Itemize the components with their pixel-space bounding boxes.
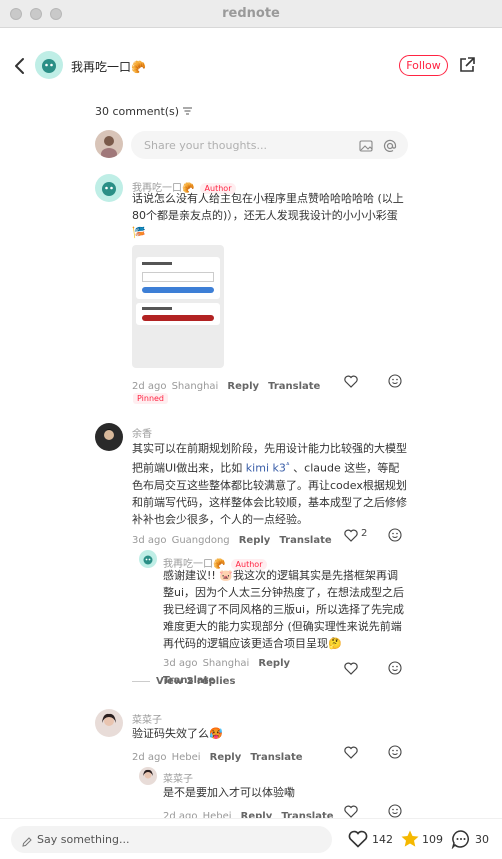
comment-meta: 2d ago Shanghai Reply Translate (132, 374, 320, 393)
back-icon[interactable] (10, 56, 30, 76)
reply-time: 3d ago (163, 658, 198, 669)
comment-text: 验证码失效了么🥵 (132, 727, 223, 740)
comment-time: 2d ago (132, 381, 167, 392)
comment-avatar[interactable] (95, 709, 123, 737)
comment-author[interactable]: 余香 (132, 425, 152, 440)
like-icon[interactable] (344, 660, 358, 679)
pinned-badge: Pinned (133, 393, 169, 404)
reply-button[interactable]: Reply (258, 658, 290, 669)
comment-text: 话说怎么没有人给主包在小程序里点赞哈哈哈哈哈 (以上80个都是亲友点的)），还无… (132, 192, 404, 239)
mention-icon[interactable] (383, 138, 397, 157)
comment-meta: 2d ago Hebei Reply Translate (132, 745, 303, 764)
emoji-reaction-icon[interactable] (388, 373, 402, 392)
divider (132, 681, 150, 682)
comment-bubble-icon[interactable] (451, 829, 471, 853)
image-line (142, 307, 172, 310)
reply-avatar[interactable] (139, 767, 157, 785)
reply-text: 是不是要加入才可以体验嘞 (163, 786, 295, 799)
comment-time: 3d ago (132, 535, 167, 546)
say-something-placeholder: Say something... (37, 833, 130, 846)
comment-time: 2d ago (132, 752, 167, 763)
favorite-count: 109 (422, 833, 443, 846)
author-name[interactable]: 我再吃一口🥐 (71, 58, 146, 75)
kimi-link[interactable]: kimi k3 (246, 462, 286, 475)
emoji-reaction-icon[interactable] (388, 744, 402, 763)
translate-button[interactable]: Translate (279, 535, 331, 546)
window-titlebar: rednote (0, 0, 502, 28)
reply-text: 感谢建议!! 🐷我这次的逻辑其实是先搭框架再调整ui，因为个人太三分钟热度了，在… (163, 569, 405, 650)
window-title: rednote (222, 6, 280, 21)
favorite-star-icon[interactable] (400, 829, 420, 853)
reply-button[interactable]: Reply (239, 535, 271, 546)
like-count: 2 (361, 528, 368, 539)
image-card (136, 303, 220, 325)
sort-icon[interactable] (182, 105, 192, 118)
comment-composer[interactable]: Share your thoughts... (131, 131, 408, 159)
follow-button[interactable]: Follow (399, 55, 448, 76)
reply-button[interactable]: Reply (227, 381, 259, 392)
share-icon[interactable] (458, 56, 476, 74)
comment-image[interactable] (132, 245, 224, 368)
comment-location: Shanghai (171, 381, 219, 392)
reply-location: Shanghai (202, 658, 250, 669)
like-count: 142 (372, 833, 393, 846)
comment-location: Guangdong (171, 535, 230, 546)
bottom-bar: Say something... 142 109 30 (0, 818, 502, 859)
pencil-icon (21, 833, 33, 852)
comment-author[interactable]: 菜菜子 (132, 711, 162, 726)
view-replies-button[interactable]: View 2 replies (156, 676, 235, 687)
comment-text: 其实可以在前期规划阶段，先用设计能力比较强的大模型把前端UI做出来，比如 kim… (132, 440, 410, 528)
composer-placeholder: Share your thoughts... (144, 139, 267, 152)
comments-count-label: 30 comment(s) (95, 105, 180, 118)
comment-avatar[interactable] (95, 423, 123, 451)
like-icon[interactable] (344, 527, 358, 546)
emoji-reaction-icon[interactable] (388, 527, 402, 546)
image-card (136, 257, 220, 299)
comment-location: Hebei (171, 752, 201, 763)
image-line (142, 262, 172, 265)
reply-author[interactable]: 菜菜子 (163, 770, 193, 785)
image-field (142, 272, 214, 282)
like-icon[interactable] (344, 373, 358, 392)
image-red-button (142, 315, 214, 321)
author-avatar[interactable] (35, 51, 63, 79)
like-post-icon[interactable] (348, 830, 368, 852)
like-icon[interactable] (344, 744, 358, 763)
comment-meta: 3d ago Guangdong Reply Translate (132, 528, 332, 547)
reply-button[interactable]: Reply (210, 752, 242, 763)
translate-button[interactable]: Translate (268, 381, 320, 392)
comment-avatar[interactable] (95, 174, 123, 202)
translate-button[interactable]: Translate (250, 752, 302, 763)
say-something-input[interactable]: Say something... (11, 826, 332, 853)
comment-count: 30 (475, 833, 489, 846)
image-blue-button (142, 287, 214, 293)
comments-count: 30 comment(s) (95, 105, 192, 118)
reply-avatar[interactable] (139, 550, 157, 568)
user-avatar (95, 130, 123, 158)
image-icon[interactable] (359, 138, 373, 157)
emoji-reaction-icon[interactable] (388, 660, 402, 679)
